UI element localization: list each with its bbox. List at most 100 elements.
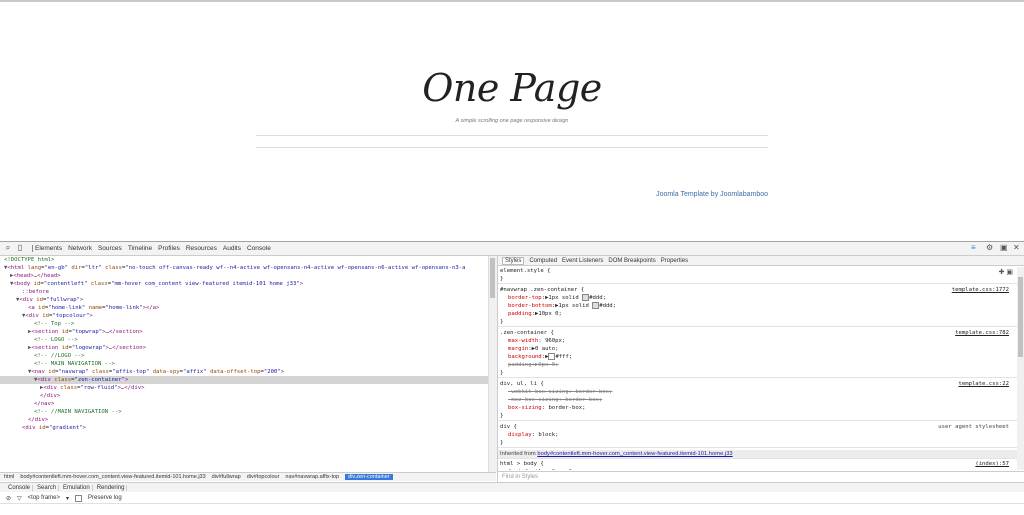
breadcrumb-item[interactable]: div#topcolour [247,474,280,480]
rule-source-link[interactable]: template.css:22 [958,380,1009,388]
scrollbar-thumb[interactable] [490,258,495,298]
rule-selector[interactable]: .zen-container {template.css:782 [498,329,1017,337]
rule-close: } [500,370,504,376]
css-property[interactable]: max-width: 960px; [498,337,1017,345]
template-credit-link[interactable]: Joomla Template by Joomlabamboo [656,191,768,198]
dom-node-line[interactable]: ▶<section id="topwrap">…</section> [0,328,488,336]
dom-node-line[interactable]: ▼<nav id="navwrap" class="affix-top" dat… [0,368,488,376]
css-property[interactable]: display: block; [498,431,1017,439]
dom-node-line[interactable]: </div> [0,392,488,400]
tab-dom-breakpoints[interactable]: DOM Breakpoints [608,258,655,264]
css-property[interactable]: background:▶ #fff; [498,353,1017,361]
dropdown-arrow-icon[interactable]: ▾ [66,495,69,502]
css-rule[interactable]: div {user agent stylesheet display: block… [498,423,1017,448]
dom-node-line[interactable]: <!DOCTYPE html> [0,256,488,264]
preserve-log-label: Preserve log [88,495,122,501]
css-property[interactable]: font-family: Open Sans; [498,468,1017,470]
tab-sources[interactable]: Sources [97,245,123,252]
dom-node-line[interactable]: ▼<html lang="en-gb" dir="ltr" class="no-… [0,264,488,272]
dom-node-line[interactable]: <!-- Top --> [0,320,488,328]
dom-node-line[interactable]: ▶<head>…</head> [0,272,488,280]
dom-tree-scrollbar[interactable] [488,256,497,472]
drawer-toggle-icon[interactable]: ≡ [971,243,976,252]
breadcrumb-item[interactable]: div#fullwrap [212,474,241,480]
tab-properties[interactable]: Properties [661,258,688,264]
rule-source-link[interactable]: template.css:1772 [952,286,1009,294]
tab-computed[interactable]: Computed [529,258,557,264]
css-rule[interactable]: #navwrap .zen-container {template.css:17… [498,286,1017,327]
tab-event-listeners[interactable]: Event Listeners [562,258,603,264]
tab-network[interactable]: Network [67,245,93,252]
css-rule[interactable]: html > body {(index):57font-family: Open… [498,460,1017,470]
rule-selector[interactable]: html > body {(index):57 [498,460,1017,468]
css-rule[interactable]: div, ul, li {template.css:22 -webkit-box-… [498,380,1017,421]
dom-node-line[interactable]: </div> [0,416,488,424]
filter-icon[interactable]: ▽ [17,495,22,502]
drawer-tab-search[interactable]: Search [35,484,60,491]
css-property[interactable]: border-bottom:▶1px solid #ddd; [498,302,1017,310]
css-rule[interactable]: element.style {} [498,267,1017,284]
find-in-styles-input[interactable]: Find in Styles [498,471,1024,481]
dom-node-line[interactable]: ▼<div id="fullwrap"> [0,296,488,304]
css-property[interactable]: border-top:▶1px solid #ddd; [498,294,1017,302]
frame-selector[interactable]: <top frame> [28,495,60,501]
dock-icon[interactable]: ▣ [1000,243,1008,252]
dom-node-line[interactable]: ▼<body id="contentleft" class="mm-hover … [0,280,488,288]
new-rule-icon[interactable]: ✚ ▣ [999,268,1013,276]
close-icon[interactable]: ✕ [1013,243,1020,252]
device-mode-icon[interactable]: ▯ [15,243,25,253]
dom-node-line[interactable]: ▶<section id="logowrap">…</section> [0,344,488,352]
dom-node-line[interactable]: <!-- LOGO --> [0,336,488,344]
inherited-link[interactable]: body#contentleft.mm-hover.com_content.vi… [537,451,732,457]
rule-selector[interactable]: #navwrap .zen-container {template.css:17… [498,286,1017,294]
dom-node-line[interactable]: ▼<div id="topcolour"> [0,312,488,320]
site-tagline: A simple scrolling one page responsive d… [455,118,569,124]
dom-node-line[interactable]: <div id="gradient"> [0,424,488,432]
tab-timeline[interactable]: Timeline [127,245,153,252]
css-property[interactable]: -moz-box-sizing: border-box; [498,396,1017,404]
dom-node-line[interactable]: <a id="home-link" name="home-link"></a> [0,304,488,312]
styles-sidebar: Styles Computed Event Listeners DOM Brea… [497,256,1024,482]
breadcrumb-item[interactable]: html [4,474,14,480]
css-property[interactable]: margin:▶0 auto; [498,345,1017,353]
clear-console-icon[interactable]: ⊘ [6,495,11,502]
preserve-log-checkbox[interactable] [75,494,83,502]
tab-audits[interactable]: Audits [222,245,242,252]
tab-elements[interactable]: Elements [32,245,63,252]
css-property[interactable]: padding:▶0px 0; [498,361,1017,369]
css-property[interactable]: box-sizing: border-box; [498,404,1017,412]
drawer-tab-emulation[interactable]: Emulation [61,484,93,491]
dom-node-line[interactable]: </nav> [0,400,488,408]
rule-selector[interactable]: element.style { [498,267,1017,275]
css-property[interactable]: -webkit-box-sizing: border-box; [498,388,1017,396]
devtools-tabs: Elements Network Sources Timeline Profil… [32,243,272,254]
css-rule[interactable]: .zen-container {template.css:782 max-widt… [498,329,1017,378]
dom-node-line[interactable]: ▼<div class="zen-container"> [0,376,488,384]
gear-icon[interactable]: ⚙ [986,243,993,252]
rule-source-link: user agent stylesheet [938,424,1009,430]
css-property[interactable]: padding:▶10px 0; [498,310,1017,318]
dom-node-line[interactable]: ▶<div class="row-fluid">…</div> [0,384,488,392]
breadcrumb-item[interactable]: nav#navwrap.affix-top [285,474,339,480]
dom-node-line[interactable]: <!-- //MAIN NAVIGATION --> [0,408,488,416]
rule-source-link[interactable]: template.css:782 [955,329,1009,337]
scrollbar-thumb[interactable] [1018,277,1023,357]
tab-resources[interactable]: Resources [185,245,218,252]
styles-scrollbar[interactable] [1017,267,1024,470]
drawer-tab-console[interactable]: Console [6,484,34,491]
tab-styles[interactable]: Styles [502,256,525,265]
dom-node-line[interactable]: <!-- //LOGO --> [0,352,488,360]
breadcrumb-item[interactable]: div.zen-container [345,474,393,480]
dom-node-line[interactable]: <!-- MAIN NAVIGATION --> [0,360,488,368]
drawer-tab-rendering[interactable]: Rendering [95,484,128,491]
tab-profiles[interactable]: Profiles [157,245,181,252]
tab-console[interactable]: Console [246,245,272,252]
site-logo[interactable]: One Page [0,66,1024,110]
rule-close: } [500,319,504,325]
rule-selector[interactable]: div {user agent stylesheet [498,423,1017,431]
search-icon[interactable]: ⌕ [3,243,13,253]
rule-selector[interactable]: div, ul, li {template.css:22 [498,380,1017,388]
dom-node-line[interactable]: ::before [0,288,488,296]
rule-source-link[interactable]: (index):57 [975,460,1009,468]
breadcrumb-item[interactable]: body#contentleft.mm-hover.com_content.vi… [20,474,205,480]
